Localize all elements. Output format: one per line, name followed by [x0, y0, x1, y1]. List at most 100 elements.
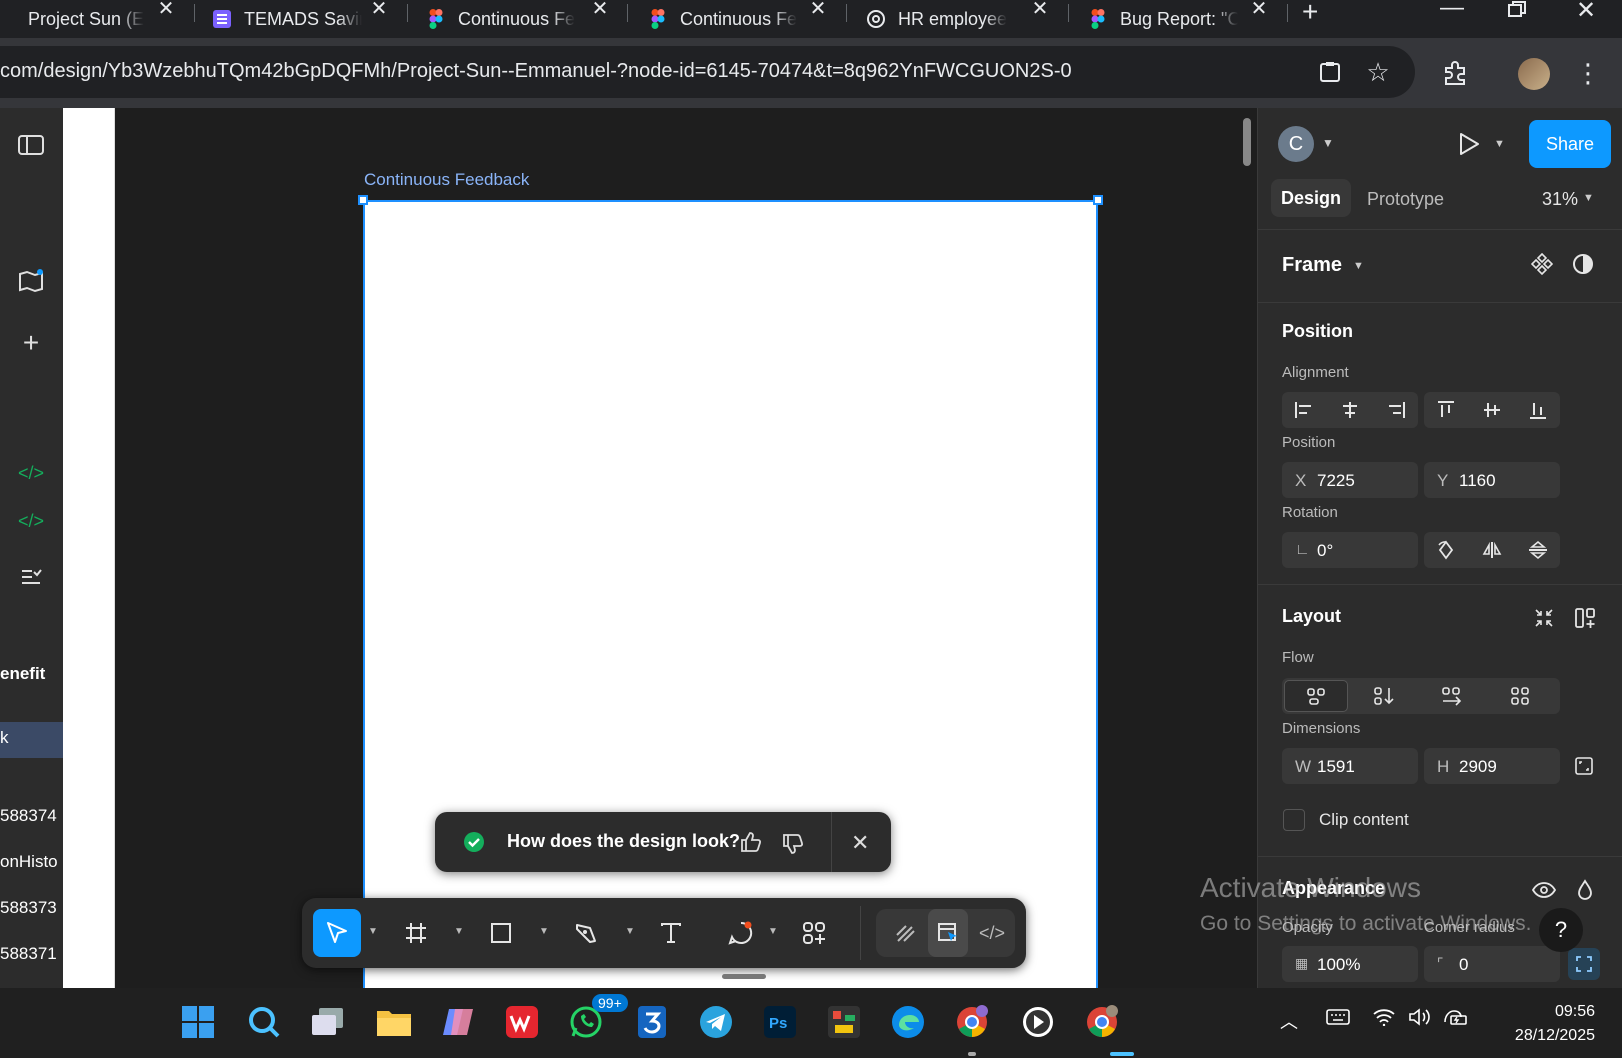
- code-icon[interactable]: </>: [14, 456, 48, 490]
- clip-content-checkbox[interactable]: [1283, 809, 1305, 831]
- flow-freeform-icon[interactable]: [1284, 680, 1348, 712]
- layer-name[interactable]: onHisto: [0, 852, 58, 872]
- chevron-down-icon[interactable]: ▼: [1583, 192, 1594, 204]
- chevron-down-icon[interactable]: ▼: [539, 926, 549, 937]
- keyboard-icon[interactable]: [1326, 1008, 1350, 1031]
- code-icon[interactable]: </>: [14, 504, 48, 538]
- media-player-icon[interactable]: [1018, 1002, 1058, 1042]
- align-middle-icon[interactable]: [1470, 392, 1514, 428]
- rotation-field[interactable]: ∟ 0°: [1282, 532, 1418, 568]
- selected-frame[interactable]: [363, 200, 1098, 1000]
- extensions-icon[interactable]: [1440, 58, 1470, 88]
- layer-name[interactable]: 588374: [0, 806, 57, 826]
- app-3-icon[interactable]: [632, 1002, 672, 1042]
- volume-icon[interactable]: [1408, 1008, 1432, 1031]
- rectangle-tool[interactable]: [479, 909, 523, 957]
- text-tool[interactable]: [649, 909, 693, 957]
- layer-row-selected[interactable]: k: [0, 722, 63, 758]
- layer-name[interactable]: enefit: [0, 664, 45, 684]
- windows-start-icon[interactable]: [178, 1002, 218, 1042]
- align-center-horizontal-icon[interactable]: [1328, 392, 1372, 428]
- frame-type-label[interactable]: Frame: [1282, 254, 1342, 277]
- comment-tool[interactable]: [719, 909, 763, 957]
- layer-name[interactable]: 588371: [0, 944, 57, 964]
- chevron-down-icon[interactable]: ▼: [768, 926, 778, 937]
- browser-tab[interactable]: TEMADS Savir: [212, 0, 362, 38]
- help-button[interactable]: ?: [1539, 908, 1583, 952]
- profile-avatar[interactable]: [1518, 58, 1550, 90]
- bookmark-star-icon[interactable]: ☆: [1364, 57, 1392, 87]
- component-icon[interactable]: [1526, 248, 1558, 280]
- fill-drop-icon[interactable]: [1569, 874, 1601, 906]
- file-explorer-icon[interactable]: [374, 1002, 414, 1042]
- edge-icon[interactable]: [888, 1002, 928, 1042]
- kebab-menu-icon[interactable]: ⋮: [1575, 56, 1601, 90]
- browser-tab[interactable]: Bug Report: "C: [1088, 0, 1238, 38]
- flow-vertical-icon[interactable]: [1362, 678, 1406, 714]
- tab-close-icon[interactable]: ✕: [590, 0, 610, 20]
- collapse-layout-icon[interactable]: [1528, 602, 1560, 634]
- rotate-90-icon[interactable]: [1424, 532, 1468, 568]
- align-right-icon[interactable]: [1374, 392, 1418, 428]
- minimize-icon[interactable]: —: [1440, 0, 1464, 22]
- browser-tab[interactable]: Continuous Fe: [648, 0, 798, 38]
- resize-handle[interactable]: [358, 195, 368, 205]
- wifi-icon[interactable]: [1372, 1008, 1396, 1031]
- telegram-icon[interactable]: [696, 1002, 736, 1042]
- chevron-down-icon[interactable]: ▼: [368, 926, 378, 937]
- frame-label[interactable]: Continuous Feedback: [364, 170, 529, 190]
- install-app-icon[interactable]: [1316, 58, 1344, 86]
- wps-office-icon[interactable]: [502, 1002, 542, 1042]
- chevron-down-icon[interactable]: ▼: [1494, 138, 1505, 150]
- align-left-icon[interactable]: [1282, 392, 1326, 428]
- system-clock[interactable]: 09:56 28/12/2025: [1515, 1000, 1595, 1048]
- tab-close-icon[interactable]: ✕: [1030, 0, 1050, 20]
- move-tool[interactable]: [313, 909, 361, 957]
- chevron-down-icon[interactable]: ▼: [1353, 260, 1364, 272]
- flip-vertical-icon[interactable]: [1516, 532, 1560, 568]
- layer-name[interactable]: 588373: [0, 898, 57, 918]
- x-position-field[interactable]: X 7225: [1282, 462, 1418, 498]
- chevron-down-icon[interactable]: ▼: [454, 926, 464, 937]
- flip-horizontal-icon[interactable]: [1470, 532, 1514, 568]
- close-icon[interactable]: ✕: [851, 830, 869, 856]
- canvas-scrollbar[interactable]: [1243, 118, 1251, 166]
- thumbs-down-icon[interactable]: [781, 832, 805, 861]
- show-hidden-icons[interactable]: ︿: [1280, 1008, 1298, 1034]
- sidebar-toggle-icon[interactable]: [14, 128, 48, 162]
- pen-tool[interactable]: [564, 909, 608, 957]
- corner-radius-field[interactable]: ⌜ 0: [1424, 946, 1560, 982]
- align-top-icon[interactable]: [1424, 392, 1468, 428]
- tab-close-icon[interactable]: ✕: [369, 0, 389, 20]
- height-field[interactable]: H 2909: [1424, 748, 1560, 784]
- flow-grid-icon[interactable]: [1498, 678, 1542, 714]
- photoshop-icon[interactable]: Ps: [760, 1002, 800, 1042]
- chevron-down-icon[interactable]: ▼: [625, 926, 635, 937]
- share-button[interactable]: Share: [1529, 120, 1611, 168]
- address-bar[interactable]: com/design/Yb3WzebhuTQm42bGpDQFMh/Projec…: [0, 46, 1415, 98]
- flow-horizontal-icon[interactable]: [1430, 678, 1474, 714]
- browser-tab[interactable]: Continuous Fe: [426, 0, 576, 38]
- chevron-down-icon[interactable]: ▼: [1322, 136, 1334, 150]
- tab-close-icon[interactable]: ✕: [808, 0, 828, 20]
- dev-mode-icon[interactable]: </>: [972, 909, 1012, 957]
- library-icon[interactable]: [14, 264, 48, 298]
- search-icon[interactable]: [244, 1002, 284, 1042]
- browser-tab[interactable]: HR employee: [866, 0, 1016, 38]
- present-play-icon[interactable]: [1458, 132, 1480, 161]
- tab-close-icon[interactable]: ✕: [1249, 0, 1269, 20]
- snagit-icon[interactable]: [824, 1002, 864, 1042]
- new-tab-icon[interactable]: +: [1302, 0, 1318, 28]
- copilot-icon[interactable]: [438, 1002, 478, 1042]
- resize-to-fit-icon[interactable]: [1568, 750, 1600, 782]
- add-icon[interactable]: +: [14, 326, 48, 360]
- theme-icon[interactable]: [1567, 248, 1599, 280]
- opacity-field[interactable]: ▦ 100%: [1282, 946, 1418, 982]
- chrome-profile-icon[interactable]: [952, 1002, 992, 1042]
- design-mode-icon[interactable]: [928, 909, 968, 957]
- tab-design[interactable]: Design: [1271, 179, 1351, 217]
- resize-handle[interactable]: [1093, 195, 1103, 205]
- user-avatar[interactable]: C: [1278, 126, 1314, 162]
- add-auto-layout-icon[interactable]: [1569, 602, 1601, 634]
- checklist-icon[interactable]: [14, 560, 48, 594]
